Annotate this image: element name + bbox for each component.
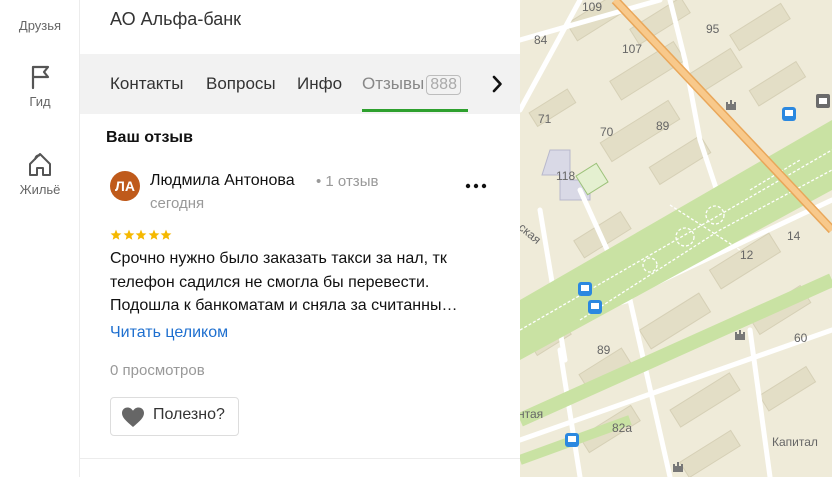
map-view[interactable]: 109 95 84 107 71 70 89 118 12 14 60 89 8… xyxy=(520,0,832,477)
rail-housing-label: Жильё xyxy=(19,182,61,197)
star-rating xyxy=(110,229,173,241)
rail-friends[interactable]: Друзья xyxy=(0,0,80,33)
review-date: сегодня xyxy=(150,195,205,212)
review-author[interactable]: Людмила Антонова xyxy=(150,172,295,190)
bank-icon[interactable] xyxy=(816,94,830,108)
map-street-label: нтая xyxy=(520,407,543,421)
bus-stop-icon[interactable] xyxy=(578,282,592,296)
avatar[interactable]: ЛА xyxy=(110,171,140,201)
map-label: 70 xyxy=(600,125,614,139)
map-label: 109 xyxy=(582,0,602,14)
reviews-count-badge: 888 xyxy=(426,75,461,95)
heart-icon xyxy=(122,407,144,427)
map-label: 89 xyxy=(597,343,611,357)
divider xyxy=(80,458,520,459)
bus-stop-icon[interactable] xyxy=(565,433,579,447)
review-text: Срочно нужно было заказать такси за нал,… xyxy=(110,247,492,318)
side-rail: Друзья Гид Жильё xyxy=(0,0,80,477)
tab-reviews[interactable]: Отзывы 888 xyxy=(362,74,461,95)
star-icon xyxy=(135,229,147,240)
star-icon xyxy=(110,229,122,240)
bus-stop-icon[interactable] xyxy=(588,300,602,314)
helpful-button[interactable]: Полезно? xyxy=(110,397,239,436)
house-icon xyxy=(29,153,51,176)
bus-stop-icon[interactable] xyxy=(782,107,796,121)
map-label: 89 xyxy=(656,119,670,133)
star-icon xyxy=(160,229,172,240)
map-label: 95 xyxy=(706,22,720,36)
rail-guide-label: Гид xyxy=(29,94,51,109)
organization-panel: АО Альфа-банк Контакты Вопросы Инфо Отзы… xyxy=(80,0,520,477)
active-tab-indicator xyxy=(362,109,468,112)
helpful-label: Полезно? xyxy=(153,406,225,423)
map-poi-label: Капитал xyxy=(772,435,818,449)
tab-questions[interactable]: Вопросы xyxy=(206,74,276,94)
your-review-heading: Ваш отзыв xyxy=(106,129,193,146)
star-icon xyxy=(148,229,159,240)
rail-friends-label: Друзья xyxy=(18,18,62,33)
map-label: 82а xyxy=(612,421,632,435)
author-review-count: • 1 отзыв xyxy=(316,173,379,190)
map-label: 118 xyxy=(556,169,575,183)
review-text-line: Срочно нужно было заказать такси за нал,… xyxy=(110,250,447,267)
view-count: 0 просмотров xyxy=(110,362,205,379)
read-more-link[interactable]: Читать целиком xyxy=(110,324,228,342)
map-label: 84 xyxy=(534,33,548,47)
tab-reviews-label: Отзывы xyxy=(362,74,425,93)
map-label: 71 xyxy=(538,112,552,126)
tab-contacts[interactable]: Контакты xyxy=(110,74,183,94)
map-label: 107 xyxy=(622,42,642,56)
tab-info[interactable]: Инфо xyxy=(297,74,342,94)
map-label: 12 xyxy=(740,248,754,262)
map-label: 14 xyxy=(787,229,801,243)
map-label: 60 xyxy=(794,331,808,345)
rail-housing[interactable]: Жильё xyxy=(0,150,80,197)
rail-guide[interactable]: Гид xyxy=(0,62,80,109)
star-icon xyxy=(123,229,134,240)
review-text-line: Подошла к банкоматам и сняла за считанны… xyxy=(110,297,458,314)
organization-name: АО Альфа-банк xyxy=(110,9,242,29)
tab-bar: Контакты Вопросы Инфо Отзывы 888 xyxy=(80,54,520,114)
friends-icon xyxy=(26,0,54,14)
more-options-icon[interactable] xyxy=(463,176,489,196)
flag-icon xyxy=(31,65,50,90)
review-text-line: телефон садился не смогла бы перевести. xyxy=(110,273,430,291)
map-canvas: 109 95 84 107 71 70 89 118 12 14 60 89 8… xyxy=(520,0,832,477)
chevron-right-icon[interactable] xyxy=(485,72,509,96)
